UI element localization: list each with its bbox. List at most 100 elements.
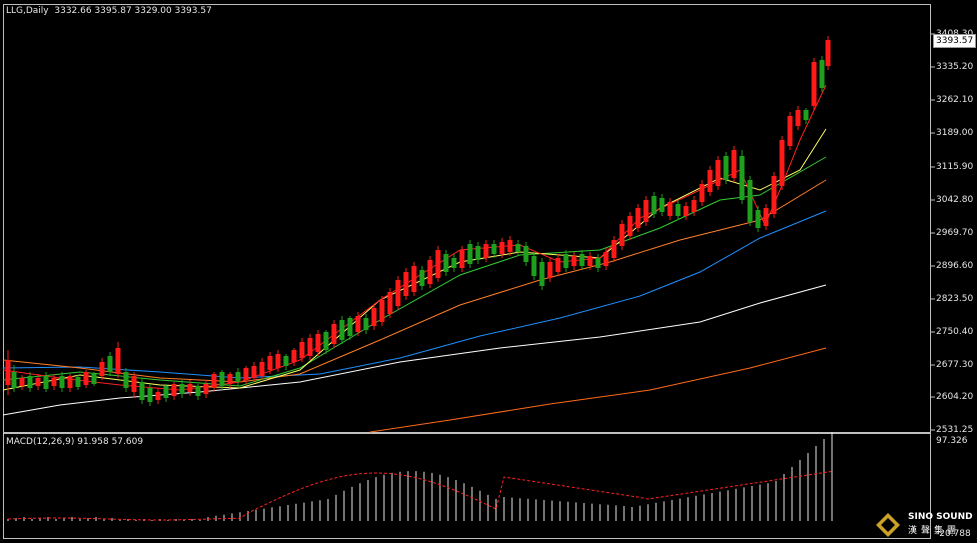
price-axis-label: 2677.30: [936, 360, 974, 370]
chart-canvas: [2, 33, 935, 521]
logo-cn: 漢聲集團: [908, 526, 961, 536]
candle-body: [451, 258, 457, 268]
candle-body: [635, 208, 641, 228]
candle-body: [483, 244, 489, 258]
candle-body: [419, 270, 425, 286]
candle-body: [163, 386, 169, 398]
candle-body: [691, 200, 697, 212]
candle-body: [747, 180, 753, 222]
price-axis-label: 3262.10: [936, 95, 974, 105]
candle-body: [5, 360, 11, 385]
candle-body: [363, 318, 369, 330]
candle-body: [411, 266, 417, 292]
candle-body: [731, 150, 737, 178]
candle-body: [547, 262, 553, 278]
candle-body: [403, 272, 409, 296]
candle-body: [75, 377, 81, 387]
candle-body: [667, 202, 673, 216]
candle-body: [51, 378, 57, 386]
candle-body: [235, 372, 241, 382]
price-axis-label: 3335.20: [936, 62, 974, 72]
logo-brand: SINO SOUND: [908, 512, 973, 522]
candle-body: [739, 156, 745, 200]
candle-body: [379, 300, 385, 322]
candle-body: [11, 372, 17, 388]
candle-body: [139, 382, 145, 400]
candle-body: [147, 388, 153, 402]
candle-body: [171, 384, 177, 396]
ma250-line: [369, 347, 827, 433]
candle-body: [211, 374, 217, 388]
candle-body: [555, 258, 561, 272]
candle-body: [715, 160, 721, 186]
candle-body: [275, 354, 281, 368]
macd-title: MACD(12,26,9) 91.958 57.609: [6, 437, 144, 447]
candle-body: [811, 62, 817, 106]
candle-body: [491, 244, 497, 254]
candle-body: [187, 384, 193, 392]
candle-body: [603, 252, 609, 266]
candle-body: [59, 376, 65, 388]
candle-body: [683, 206, 689, 216]
candle-body: [107, 356, 113, 372]
candle-body: [675, 204, 681, 216]
candle-body: [99, 362, 105, 376]
candle-body: [35, 378, 41, 386]
symbol-label: LLG,Daily: [6, 6, 49, 16]
candle-body: [443, 254, 449, 272]
candle-body: [507, 240, 513, 252]
candle-body: [347, 318, 353, 336]
price-axis-label: 2823.50: [936, 294, 974, 304]
candle-body: [587, 256, 593, 266]
ohlc-values: 3332.66 3395.87 3329.00 3393.57: [54, 6, 212, 16]
candle-body: [523, 246, 529, 262]
candle-body: [307, 338, 313, 356]
candle-body: [355, 316, 361, 332]
candle-body: [643, 200, 649, 222]
candle-body: [259, 362, 265, 376]
candle-body: [707, 170, 713, 192]
candle-body: [699, 184, 705, 202]
chart-title: LLG,Daily 3332.66 3395.87 3329.00 3393.5…: [6, 6, 212, 16]
ma10-line: [2, 128, 827, 391]
candle-body: [67, 376, 73, 388]
candle-body: [531, 256, 537, 276]
candle-body: [771, 176, 777, 214]
candle-body: [539, 262, 545, 286]
price-axis-label: 2750.40: [936, 327, 974, 337]
candle-body: [179, 384, 185, 394]
candle-body: [651, 196, 657, 214]
candle-body: [779, 140, 785, 186]
candle-body: [371, 308, 377, 326]
candle-body: [755, 210, 761, 228]
price-axis-label: 2896.60: [936, 261, 974, 271]
candle-body: [619, 224, 625, 246]
ma5-line: [2, 84, 827, 391]
price-axis-label: 3189.00: [936, 128, 974, 138]
candle-body: [155, 392, 161, 400]
candle-body: [339, 320, 345, 340]
candle-body: [571, 256, 577, 266]
candle-body: [323, 332, 329, 350]
candle-body: [819, 60, 825, 88]
candle-body: [787, 116, 793, 146]
candle-body: [611, 240, 617, 258]
candle-body: [195, 386, 201, 396]
candle-body: [219, 372, 225, 386]
candle-body: [825, 40, 831, 66]
candle-body: [131, 376, 137, 392]
candle-body: [83, 372, 89, 385]
price-axis-label: 2604.20: [936, 392, 974, 402]
candle-body: [291, 350, 297, 362]
current-price-tag: 3393.57: [933, 34, 977, 48]
candle-body: [475, 246, 481, 260]
candle-body: [227, 374, 233, 384]
ma120-line: [2, 284, 827, 416]
candle-body: [267, 356, 273, 370]
candle-body: [331, 324, 337, 344]
price-axis-label: 3115.90: [936, 162, 974, 172]
sino-sound-logo: SINO SOUND 漢聲集團: [874, 511, 974, 539]
candle-body: [387, 292, 393, 314]
candle-body: [395, 280, 401, 306]
candle-body: [27, 376, 33, 388]
